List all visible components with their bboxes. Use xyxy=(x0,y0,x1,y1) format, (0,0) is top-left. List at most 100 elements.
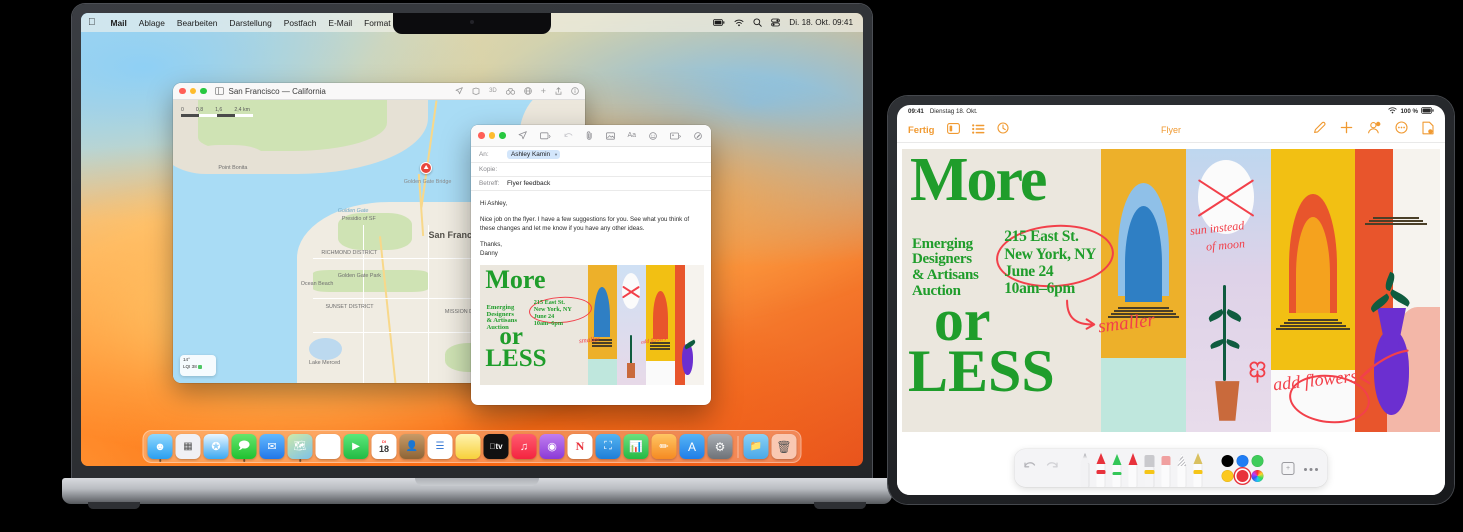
location-arrow-icon[interactable] xyxy=(455,83,463,100)
tool-crayon-red[interactable] xyxy=(1128,453,1138,487)
mail-maximize-button[interactable] xyxy=(499,132,506,139)
map-weather-widget[interactable]: 14° LQI 38 xyxy=(180,355,216,376)
menu-item-email[interactable]: E-Mail xyxy=(322,18,358,28)
stationery-icon[interactable] xyxy=(539,127,551,145)
more-icon[interactable] xyxy=(1395,121,1408,139)
dock-item-launchpad[interactable]: ▦ xyxy=(175,434,201,459)
maximize-button[interactable] xyxy=(200,87,207,95)
menu-item-postfach[interactable]: Postfach xyxy=(278,18,323,28)
dock-item-appstore[interactable]: A xyxy=(679,434,705,459)
attach-icon[interactable] xyxy=(586,127,593,145)
mac-dock[interactable]: ☻ ▦ ✪ 🗩 ✉ 🗺 ❄ ▶ DI 18 👤 ☰ tv xyxy=(142,430,802,463)
markup-tools[interactable] xyxy=(1071,449,1213,487)
mail-field-cc[interactable]: Kopie: xyxy=(471,163,711,177)
menu-item-darstellung[interactable]: Darstellung xyxy=(223,18,277,28)
share-icon[interactable] xyxy=(555,83,562,100)
recipient-token[interactable]: Ashley Kamin xyxy=(507,150,561,159)
menu-item-format[interactable]: Format xyxy=(358,18,397,28)
color-swatch-blue[interactable] xyxy=(1236,454,1249,467)
menu-item-ablage[interactable]: Ablage xyxy=(133,18,171,28)
color-swatch-yellow[interactable] xyxy=(1221,469,1234,482)
markup-icon[interactable] xyxy=(694,127,702,145)
send-icon[interactable] xyxy=(518,127,527,145)
plus-icon[interactable]: + xyxy=(541,86,546,96)
mail-body[interactable]: Hi Ashley, Nice job on the flyer. I have… xyxy=(471,191,711,393)
mail-field-subject[interactable]: Betreff: Flyer feedback xyxy=(471,177,711,191)
dock-item-safari[interactable]: ✪ xyxy=(203,434,229,459)
add-tool-icon[interactable]: + xyxy=(1281,461,1295,475)
close-button[interactable] xyxy=(179,87,186,95)
control-center-icon[interactable] xyxy=(771,18,781,27)
markup-pen-icon[interactable] xyxy=(1313,121,1326,139)
dock-item-photos[interactable]: ❄ xyxy=(315,434,341,459)
dock-item-keynote[interactable]: ⛶ xyxy=(595,434,621,459)
dock-item-calendar[interactable]: DI 18 xyxy=(371,434,397,459)
flyer-document[interactable]: More Emerging Designers & Artisans Aucti… xyxy=(902,149,1440,432)
menu-item-bearbeiten[interactable]: Bearbeiten xyxy=(171,18,224,28)
tool-smudge[interactable] xyxy=(1161,453,1171,487)
media-icon[interactable] xyxy=(670,127,682,145)
wifi-icon[interactable] xyxy=(734,19,744,27)
tool-highlighter-green[interactable] xyxy=(1112,453,1122,487)
dock-item-messages[interactable]: 🗩 xyxy=(231,434,257,459)
apple-icon[interactable]:  xyxy=(88,17,96,28)
color-swatch-red[interactable] xyxy=(1236,469,1249,482)
search-icon[interactable] xyxy=(753,18,763,27)
window-controls[interactable] xyxy=(179,87,207,95)
undo-icon[interactable] xyxy=(564,127,573,145)
dock-item-notes[interactable] xyxy=(455,434,481,459)
mail-compose-window[interactable]: Aa An: Ashley Kamin ▾ Kopie: Betreff: Fl… xyxy=(471,125,711,405)
list-icon[interactable] xyxy=(972,121,985,139)
dock-item-facetime[interactable]: ▶ xyxy=(343,434,369,459)
collaborate-icon[interactable] xyxy=(1367,121,1381,139)
sidebar-icon[interactable] xyxy=(947,121,961,139)
dock-item-news[interactable]: N xyxy=(567,434,593,459)
emoji-icon[interactable] xyxy=(649,127,657,145)
add-icon[interactable] xyxy=(1340,121,1353,139)
mail-subject-value[interactable]: Flyer feedback xyxy=(507,180,550,187)
mail-window-controls[interactable] xyxy=(478,132,506,139)
maps-title-bar[interactable]: San Francisco — California 3D + xyxy=(173,83,585,100)
undo-icon[interactable] xyxy=(1024,461,1037,475)
document-icon[interactable] xyxy=(1422,121,1434,140)
dock-item-system-settings[interactable]: ⚙ xyxy=(707,434,733,459)
markup-toolbar[interactable]: + xyxy=(1014,449,1328,487)
tool-pen[interactable] xyxy=(1080,453,1090,487)
mail-close-button[interactable] xyxy=(478,132,485,139)
battery-icon[interactable] xyxy=(713,19,725,26)
dock-item-appletv[interactable]: tv xyxy=(483,434,509,459)
dock-item-finder[interactable]: ☻ xyxy=(147,434,173,459)
menu-bar-clock[interactable]: Di. 18. Okt. 09:41 xyxy=(789,18,853,27)
redo-icon[interactable] xyxy=(1046,461,1059,475)
undo-history-icon[interactable] xyxy=(997,121,1009,139)
dock-item-pages[interactable]: ✏ xyxy=(651,434,677,459)
minimize-button[interactable] xyxy=(189,87,196,95)
photo-icon[interactable] xyxy=(605,127,615,145)
tool-ruler-pencil[interactable] xyxy=(1177,453,1187,487)
mail-attached-flyer[interactable]: More Emerging Designers & Artisans Aucti… xyxy=(480,265,704,386)
dock-item-numbers[interactable]: 📊 xyxy=(623,434,649,459)
dock-item-music[interactable]: ♫ xyxy=(511,434,537,459)
tool-highlighter-yellow[interactable] xyxy=(1193,453,1203,487)
globe-icon[interactable] xyxy=(523,83,532,100)
color-swatch-black[interactable] xyxy=(1221,454,1234,467)
ipad-toolbar[interactable]: Fertig Flyer xyxy=(897,118,1445,143)
dock-item-downloads-folder[interactable]: 📁 xyxy=(743,434,769,459)
mail-toolbar[interactable]: Aa xyxy=(471,125,711,147)
dock-item-mail[interactable]: ✉ xyxy=(259,434,285,459)
tool-eraser[interactable] xyxy=(1144,453,1155,487)
mail-minimize-button[interactable] xyxy=(488,132,495,139)
flyover-icon[interactable] xyxy=(472,83,480,100)
color-wheel-swatch[interactable] xyxy=(1251,469,1264,482)
dock-item-maps[interactable]: 🗺 xyxy=(287,434,313,459)
dock-item-trash[interactable]: 🗑 xyxy=(771,434,797,459)
info-icon[interactable] xyxy=(571,83,579,100)
dock-item-reminders[interactable]: ☰ xyxy=(427,434,453,459)
tool-marker[interactable] xyxy=(1096,453,1106,487)
menu-item-mail[interactable]: Mail xyxy=(105,18,133,28)
sidebar-toggle-icon[interactable] xyxy=(214,87,224,95)
more-options-icon[interactable] xyxy=(1304,459,1319,477)
mail-field-to[interactable]: An: Ashley Kamin xyxy=(471,147,711,163)
binoculars-icon[interactable] xyxy=(505,83,515,100)
ipad-canvas[interactable]: More Emerging Designers & Artisans Aucti… xyxy=(897,143,1445,495)
